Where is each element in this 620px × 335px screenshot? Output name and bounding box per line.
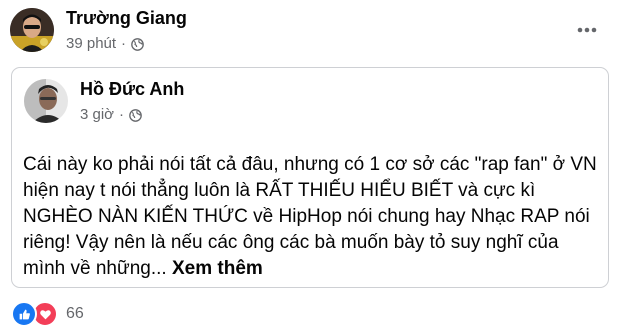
author-avatar[interactable] bbox=[10, 8, 54, 52]
shared-author-avatar-image bbox=[24, 79, 68, 123]
feed-post: Trường Giang 39 phút · Hồ Đức Anh 3 giờ … bbox=[0, 0, 620, 335]
meta-separator: · bbox=[121, 35, 127, 52]
globe-icon[interactable] bbox=[131, 37, 144, 51]
more-options-button[interactable] bbox=[572, 15, 602, 45]
reaction-count[interactable]: 66 bbox=[66, 305, 84, 323]
post-meta: 39 phút · bbox=[66, 35, 187, 53]
shared-post-time[interactable]: 3 giờ bbox=[80, 106, 114, 124]
shared-post-meta: 3 giờ · bbox=[80, 106, 184, 124]
shared-post-text-content: Cái này ko phải nói tất cả đâu, nhưng có… bbox=[23, 154, 597, 279]
more-horizontal-icon bbox=[577, 27, 597, 33]
shared-author-name[interactable]: Hồ Đức Anh bbox=[80, 78, 184, 100]
post-header: Trường Giang 39 phút · bbox=[10, 4, 620, 56]
like-icon bbox=[11, 301, 37, 327]
shared-author-avatar[interactable] bbox=[24, 79, 68, 123]
meta-separator: · bbox=[119, 106, 125, 123]
reactions-summary[interactable]: 66 bbox=[11, 301, 84, 327]
post-time[interactable]: 39 phút bbox=[66, 35, 116, 53]
author-name[interactable]: Trường Giang bbox=[66, 7, 187, 29]
see-more-link[interactable]: Xem thêm bbox=[172, 258, 263, 279]
shared-post-card[interactable]: Hồ Đức Anh 3 giờ · Cái này ko phải nói t… bbox=[11, 67, 609, 288]
shared-post-header: Hồ Đức Anh 3 giờ · bbox=[24, 78, 184, 124]
author-avatar-image bbox=[10, 8, 54, 52]
globe-icon[interactable] bbox=[129, 108, 142, 122]
shared-post-text: Cái này ko phải nói tất cả đâu, nhưng có… bbox=[23, 152, 603, 282]
